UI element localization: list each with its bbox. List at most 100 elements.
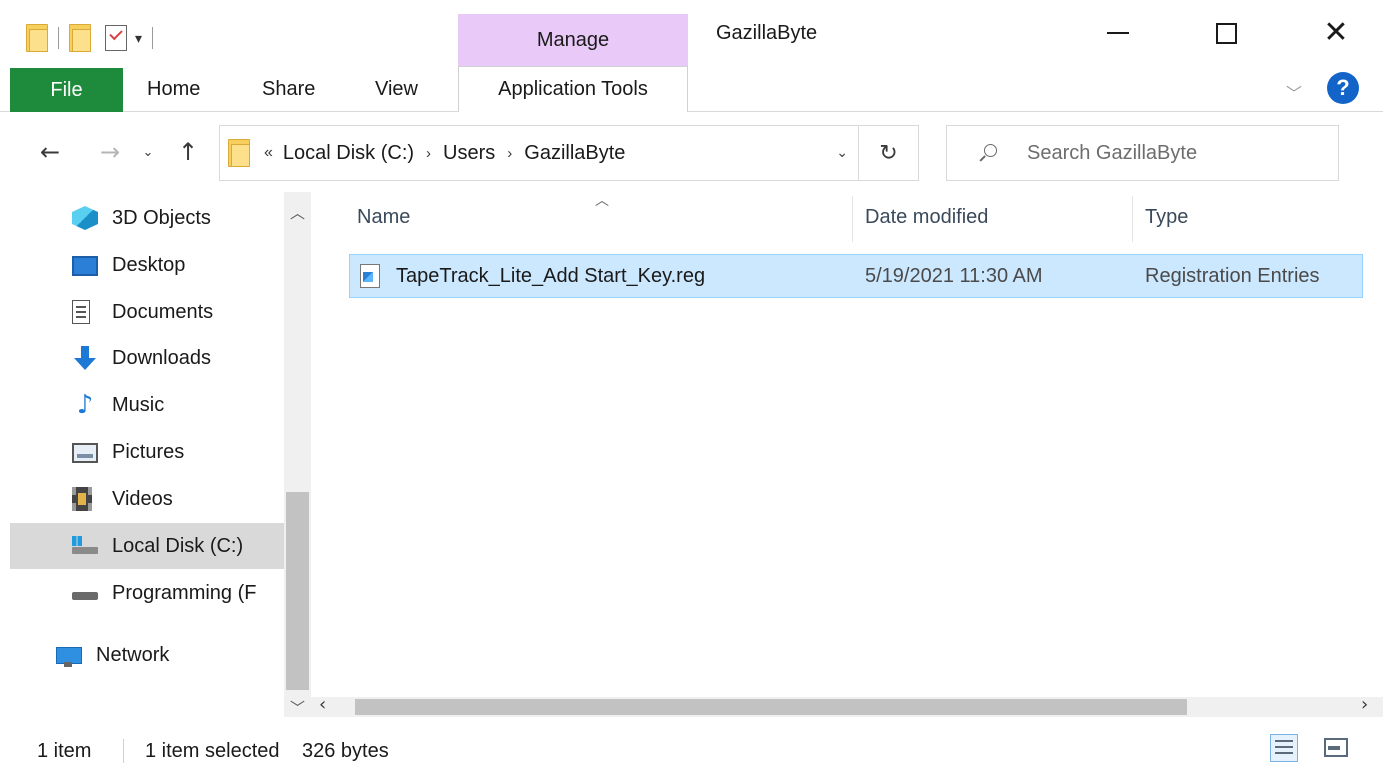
- help-button[interactable]: ?: [1327, 72, 1359, 104]
- nav-item-label: Videos: [112, 487, 173, 510]
- nav-item-local-disk[interactable]: Local Disk (C:): [10, 523, 284, 569]
- scroll-up-chevron-icon[interactable]: ︿: [284, 202, 311, 223]
- nav-item-music[interactable]: ♪ Music: [10, 382, 284, 428]
- nav-item-programming-drive[interactable]: Programming (F: [10, 570, 284, 616]
- address-dropdown-chevron-icon[interactable]: ⌄: [836, 144, 848, 161]
- breadcrumb-overflow[interactable]: «: [264, 144, 273, 162]
- back-arrow-icon[interactable]: ←: [30, 132, 70, 172]
- manage-context-tab[interactable]: Manage: [458, 14, 688, 66]
- nav-item-label: Programming (F: [112, 581, 257, 604]
- scroll-left-chevron-icon[interactable]: ‹: [319, 694, 326, 715]
- toolbar-separator: [152, 27, 154, 49]
- nav-item-3d-objects[interactable]: 3D Objects: [10, 195, 284, 241]
- address-bar[interactable]: « Local Disk (C:) › Users › GazillaByte …: [219, 125, 859, 181]
- music-icon: ♪: [76, 390, 94, 420]
- tab-home[interactable]: Home: [147, 66, 200, 112]
- new-folder-icon[interactable]: [69, 24, 91, 52]
- sort-ascending-icon: ︿: [595, 192, 609, 208]
- column-header-date-modified[interactable]: Date modified: [865, 206, 988, 236]
- file-type: Registration Entries: [1145, 264, 1320, 287]
- manage-tab-label: Manage: [536, 28, 610, 51]
- column-divider[interactable]: [1132, 196, 1133, 242]
- file-date-modified: 5/19/2021 11:30 AM: [865, 264, 1043, 287]
- nav-item-desktop[interactable]: Desktop: [10, 242, 284, 288]
- tab-view[interactable]: View: [375, 66, 418, 112]
- column-header-name[interactable]: Name: [357, 206, 410, 236]
- network-icon: [56, 643, 82, 667]
- nav-item-label: Desktop: [112, 253, 186, 276]
- folder-icon[interactable]: [26, 24, 48, 52]
- close-icon: ✕: [1323, 15, 1349, 50]
- search-box[interactable]: [946, 125, 1339, 181]
- navigation-bar: ← → ⌄ ↑ « Local Disk (C:) › Users › Gazi…: [0, 112, 1383, 192]
- folder-icon: [228, 139, 250, 167]
- scrollbar-thumb[interactable]: [355, 699, 1187, 715]
- status-item-count: 1 item: [37, 740, 92, 762]
- nav-item-label: 3D Objects: [112, 206, 211, 229]
- toolbar-separator: [58, 27, 59, 49]
- file-name: TapeTrack_Lite_Add Start_Key.reg: [396, 264, 706, 287]
- column-divider[interactable]: [852, 196, 853, 242]
- horizontal-scrollbar[interactable]: ‹ ›: [311, 694, 1383, 717]
- nav-item-label: Local Disk (C:): [112, 534, 244, 557]
- ribbon-tabs: File Home Share View Application Tools ﹀…: [0, 66, 1383, 112]
- nav-item-pictures[interactable]: Pictures: [10, 429, 284, 475]
- videos-icon: [72, 487, 92, 511]
- forward-arrow-icon[interactable]: →: [90, 132, 130, 172]
- local-disk-icon: [72, 536, 98, 556]
- nav-item-label: Network: [96, 643, 170, 666]
- maximize-button[interactable]: [1180, 0, 1272, 66]
- recent-locations-chevron-icon[interactable]: ⌄: [136, 132, 160, 172]
- up-arrow-icon[interactable]: ↑: [170, 132, 206, 172]
- breadcrumb-users[interactable]: Users: [443, 142, 495, 165]
- nav-item-downloads[interactable]: Downloads: [10, 335, 284, 381]
- desktop-icon: [72, 256, 98, 276]
- scrollbar-thumb[interactable]: [286, 492, 309, 690]
- refresh-button[interactable]: ↻: [859, 125, 919, 181]
- search-icon: [979, 144, 997, 162]
- details-view-icon[interactable]: [1270, 734, 1298, 762]
- nav-item-network[interactable]: Network: [10, 632, 284, 678]
- expand-ribbon-chevron-icon[interactable]: ﹀: [1286, 80, 1302, 104]
- status-selected-count: 1 item selected: [145, 740, 280, 762]
- tab-application-tools[interactable]: Application Tools: [458, 66, 688, 112]
- breadcrumb-local-disk[interactable]: Local Disk (C:): [283, 142, 414, 165]
- nav-item-documents[interactable]: Documents: [10, 289, 284, 335]
- maximize-icon: [1215, 22, 1237, 44]
- minimize-button[interactable]: [1072, 0, 1164, 66]
- column-header-type[interactable]: Type: [1145, 206, 1188, 236]
- minimize-icon: [1107, 32, 1129, 34]
- downloads-icon: [72, 346, 98, 370]
- search-input[interactable]: [1027, 141, 1327, 165]
- breadcrumb-separator-icon[interactable]: ›: [507, 145, 512, 162]
- scroll-down-chevron-icon[interactable]: ﹀: [284, 697, 311, 718]
- status-selected-size: 326 bytes: [302, 740, 389, 762]
- file-row-selected[interactable]: TapeTrack_Lite_Add Start_Key.reg 5/19/20…: [349, 254, 1363, 298]
- file-list: ︿ Name Date modified Type TapeTrack_Lite…: [311, 192, 1383, 717]
- registry-file-icon: [360, 264, 380, 288]
- nav-item-videos[interactable]: Videos: [10, 476, 284, 522]
- pictures-icon: [72, 443, 98, 463]
- breadcrumb-separator-icon[interactable]: ›: [426, 145, 431, 162]
- quick-access-toolbar: ▾: [26, 18, 163, 58]
- title-bar: ▾ Manage GazillaByte ✕: [0, 0, 1383, 66]
- navigation-pane: 3D Objects Desktop Documents Downloads ♪…: [0, 192, 311, 717]
- nav-item-label: Pictures: [112, 440, 185, 463]
- customize-toolbar-dropdown-icon[interactable]: ▾: [135, 30, 142, 47]
- properties-icon[interactable]: [105, 25, 127, 51]
- refresh-icon: ↻: [879, 140, 898, 165]
- nav-item-label: Music: [112, 393, 165, 416]
- close-button[interactable]: ✕: [1290, 0, 1382, 66]
- nav-pane-scrollbar[interactable]: ︿ ﹀: [284, 192, 311, 717]
- window-title: GazillaByte: [716, 22, 818, 44]
- tab-share[interactable]: Share: [262, 66, 315, 112]
- nav-item-label: Downloads: [112, 346, 211, 369]
- status-bar: 1 item 1 item selected 326 bytes: [0, 717, 1383, 773]
- scroll-right-chevron-icon[interactable]: ›: [1361, 694, 1368, 715]
- large-icons-view-icon[interactable]: [1322, 734, 1348, 760]
- drive-icon: [72, 583, 98, 603]
- 3d-objects-icon: [72, 206, 98, 230]
- nav-item-label: Documents: [112, 300, 214, 323]
- breadcrumb-gazillabyte[interactable]: GazillaByte: [524, 142, 625, 165]
- tab-file[interactable]: File: [10, 68, 123, 112]
